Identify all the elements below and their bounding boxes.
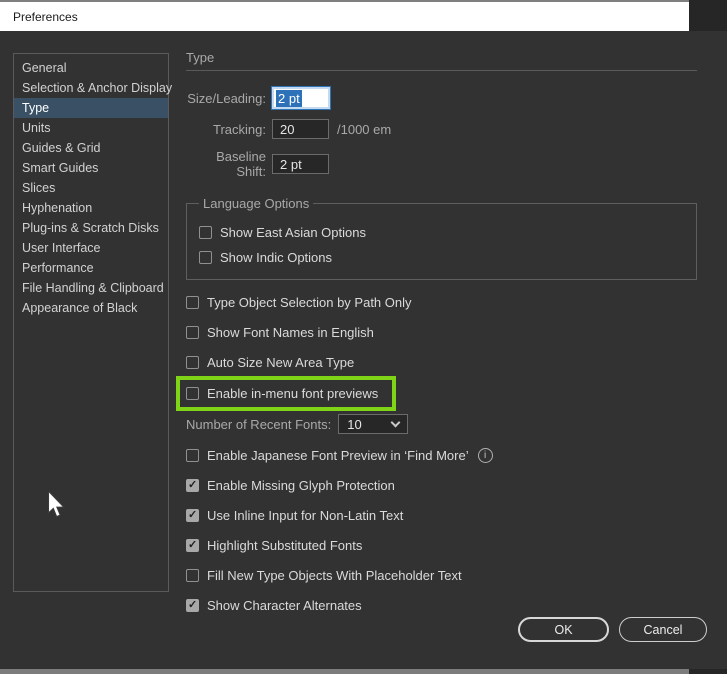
- ok-button[interactable]: OK: [518, 617, 609, 642]
- sidebar-item[interactable]: Type: [14, 98, 168, 118]
- sidebar-item[interactable]: Performance: [14, 258, 168, 278]
- app-background-corner: [689, 0, 727, 31]
- preferences-sidebar: General Selection & Anchor Display Type …: [13, 53, 172, 592]
- checkbox-label: Fill New Type Objects With Placeholder T…: [207, 567, 462, 583]
- tracking-value: 20: [280, 121, 295, 137]
- checkbox-label: Enable in-menu font previews: [207, 385, 379, 401]
- sidebar-item[interactable]: Selection & Anchor Display: [14, 78, 172, 98]
- tracking-row: Tracking: 20 /1000 em: [186, 119, 697, 139]
- tracking-label: Tracking:: [213, 121, 266, 137]
- language-options-group: Language Options Show East Asian Options…: [186, 196, 697, 280]
- checkbox-label: Show Font Names in English: [207, 324, 374, 340]
- baseline-shift-value: 2 pt: [280, 156, 302, 172]
- language-options-list: Show East Asian Options Show Indic Optio…: [199, 224, 684, 265]
- info-icon[interactable]: i: [477, 447, 493, 463]
- cancel-button[interactable]: Cancel: [619, 617, 707, 642]
- sidebar-item[interactable]: Smart Guides: [14, 158, 168, 178]
- sidebar-item[interactable]: Slices: [14, 178, 168, 198]
- sidebar-item[interactable]: Hyphenation: [14, 198, 168, 218]
- checkbox-label: Enable Missing Glyph Protection: [207, 477, 395, 493]
- language-options-legend: Language Options: [203, 196, 310, 211]
- recent-fonts-value: 10: [347, 416, 362, 432]
- checkbox-row[interactable]: Highlight Substituted Fonts: [186, 537, 697, 553]
- baseline-shift-input[interactable]: 2 pt: [272, 154, 329, 174]
- sidebar-item[interactable]: Units: [14, 118, 168, 138]
- type-options-list-top: Type Object Selection by Path Only Show …: [186, 294, 697, 370]
- mouse-cursor: [47, 491, 66, 518]
- checkbox-label: Type Object Selection by Path Only: [207, 294, 412, 310]
- checkbox[interactable]: [199, 225, 212, 239]
- app-background-corner-bottom: [689, 669, 727, 674]
- sidebar-item[interactable]: Appearance of Black: [14, 298, 168, 318]
- checkbox-label: Show Indic Options: [220, 249, 333, 265]
- enable-in-menu-font-previews-row[interactable]: Enable in-menu font previews: [186, 385, 378, 401]
- checkbox[interactable]: [186, 386, 199, 400]
- checkbox[interactable]: [186, 568, 199, 582]
- checkbox[interactable]: [186, 325, 199, 339]
- recent-fonts-row: Number of Recent Fonts: 10: [186, 414, 697, 434]
- checkbox-row[interactable]: Show Character Alternates: [186, 597, 697, 613]
- checkbox-label: Auto Size New Area Type: [207, 354, 355, 370]
- section-divider: [186, 70, 697, 71]
- chevron-down-icon: [390, 417, 401, 428]
- checkbox-row[interactable]: Enable Missing Glyph Protection: [186, 477, 697, 493]
- sidebar-item[interactable]: Guides & Grid: [14, 138, 168, 158]
- checkbox-row[interactable]: Show East Asian Options: [199, 224, 684, 240]
- checkbox[interactable]: [186, 538, 199, 552]
- checkbox-row[interactable]: Fill New Type Objects With Placeholder T…: [186, 567, 697, 583]
- checkbox[interactable]: [199, 250, 212, 264]
- recent-fonts-dropdown[interactable]: 10: [338, 414, 409, 434]
- tracking-suffix: /1000 em: [337, 121, 392, 137]
- sidebar-item[interactable]: General: [14, 58, 168, 78]
- checkbox[interactable]: [186, 355, 199, 369]
- sidebar-item[interactable]: File Handling & Clipboard: [14, 278, 168, 298]
- section-title: Type: [186, 50, 215, 65]
- sidebar-item[interactable]: Plug-ins & Scratch Disks: [14, 218, 168, 238]
- checkbox[interactable]: [186, 295, 199, 309]
- window-bottom-border: [0, 669, 689, 674]
- checkbox-row[interactable]: Use Inline Input for Non-Latin Text: [186, 507, 697, 523]
- size-leading-row: Size/Leading: 2 pt: [186, 87, 697, 109]
- checkbox[interactable]: [186, 508, 199, 522]
- checkbox-label: Enable Japanese Font Preview in ‘Find Mo…: [207, 447, 469, 463]
- selected-input-text: 2 pt: [276, 89, 302, 107]
- japanese-font-preview-row[interactable]: Enable Japanese Font Preview in ‘Find Mo…: [186, 447, 697, 463]
- dialog-footer: OK Cancel: [518, 617, 707, 642]
- sidebar-item[interactable]: User Interface: [14, 238, 168, 258]
- size-leading-input[interactable]: 2 pt: [272, 87, 330, 109]
- checkbox[interactable]: [186, 598, 199, 612]
- checkbox-row[interactable]: Auto Size New Area Type: [186, 354, 697, 370]
- checkbox-row[interactable]: Type Object Selection by Path Only: [186, 294, 697, 310]
- checkbox-label: Use Inline Input for Non-Latin Text: [207, 507, 404, 523]
- type-options-list-bottom: Enable Missing Glyph Protection Use Inli…: [186, 477, 697, 613]
- checkbox-label: Show East Asian Options: [220, 224, 366, 240]
- dialog-titlebar[interactable]: Preferences: [0, 2, 689, 31]
- baseline-shift-row: Baseline Shift: 2 pt: [186, 149, 697, 179]
- checkbox-row[interactable]: Show Font Names in English: [186, 324, 697, 340]
- green-highlight-annotation: Enable in-menu font previews: [176, 376, 397, 411]
- checkbox-row[interactable]: Show Indic Options: [199, 249, 684, 265]
- checkbox-label: Highlight Substituted Fonts: [207, 537, 363, 553]
- recent-fonts-label: Number of Recent Fonts:: [186, 416, 332, 432]
- checkbox[interactable]: [186, 478, 199, 492]
- checkbox-label: Show Character Alternates: [207, 597, 362, 613]
- checkbox[interactable]: [186, 448, 199, 462]
- baseline-shift-label: Baseline Shift:: [216, 149, 266, 179]
- size-leading-label: Size/Leading:: [187, 90, 266, 106]
- dialog-title: Preferences: [13, 9, 78, 24]
- tracking-input[interactable]: 20: [272, 119, 329, 139]
- type-preferences-panel: Type Size/Leading: 2 pt Tracking: 20 /10…: [176, 50, 697, 613]
- preferences-dialog: Preferences General Selection & Anchor D…: [0, 0, 727, 674]
